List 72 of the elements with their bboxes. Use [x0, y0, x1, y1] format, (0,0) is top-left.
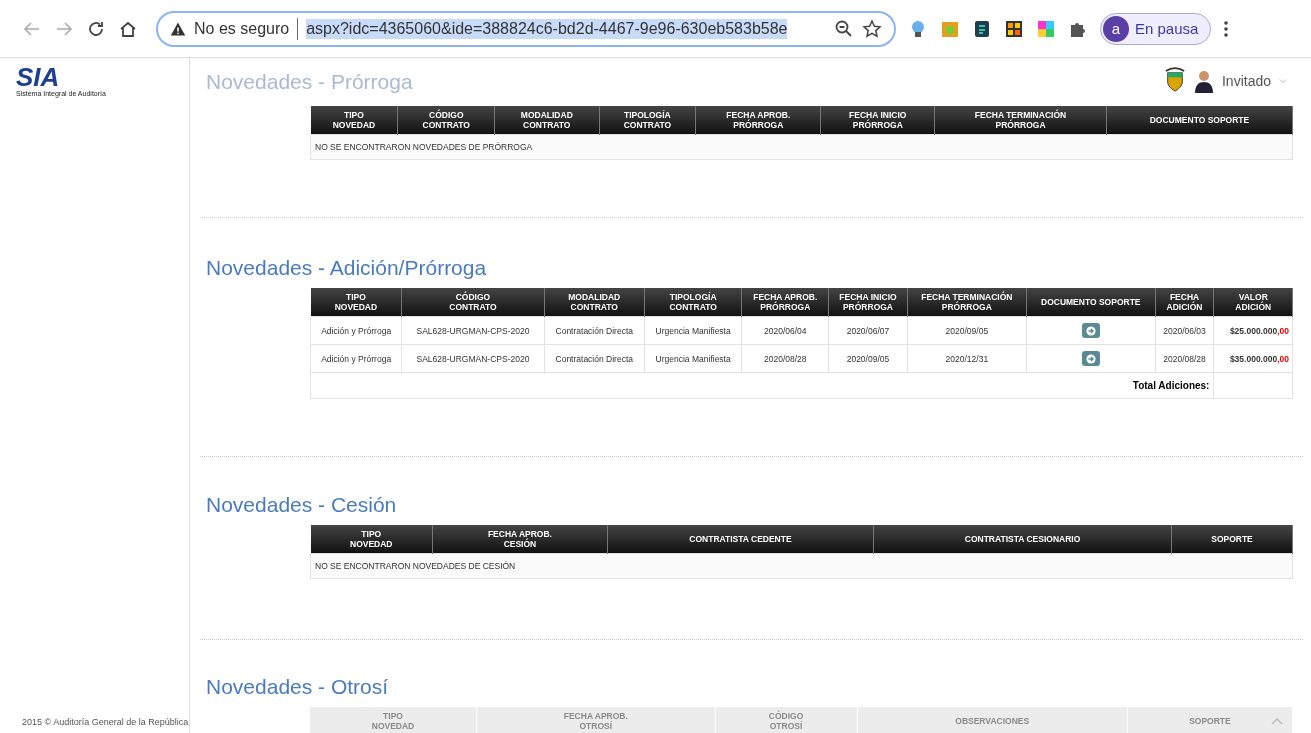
empty-message: NO SE ENCONTRARON NOVEDADES DE CESIÓN — [310, 553, 1293, 579]
table-cell: Contratación Directa — [544, 344, 645, 373]
table-cell: SAL628-URGMAN-CPS-2020 — [401, 344, 545, 373]
total-label: Total Adiciones: — [310, 372, 1214, 399]
column-header: FECHA APROB. OTROSÍ — [476, 707, 716, 733]
profile-avatar: a — [1103, 15, 1129, 42]
column-header: FECHA TERMINACIÓN PRÓRROGA — [907, 288, 1027, 317]
column-header: FECHA INICIO PRÓRROGA — [820, 106, 935, 135]
document-button[interactable] — [1081, 323, 1100, 338]
arrow-right-icon — [1085, 353, 1096, 364]
table-cell: $35.000.000,00 — [1213, 344, 1293, 373]
table-cell: Adición y Prórroga — [310, 316, 402, 345]
table-cell: 2020/06/07 — [828, 316, 908, 345]
copyright-text: 2015 © Auditoría General de la República — [21, 717, 189, 727]
user-menu[interactable]: Invitado — [1221, 73, 1271, 89]
user-avatar-icon — [1193, 69, 1214, 93]
table-cell: 2020/12/31 — [907, 344, 1027, 373]
security-label: No es seguro — [194, 19, 290, 38]
table-cell: 2020/09/05 — [828, 344, 908, 373]
column-header: DOCUMENTO SOPORTE — [1106, 106, 1293, 135]
table-cell: Urgencia Manifiesta — [644, 344, 742, 373]
palette-icon[interactable] — [1036, 18, 1056, 39]
section-title: Novedades - Adición/Prórroga — [206, 256, 487, 280]
address-bar[interactable]: No es seguro aspx?idc=4365060&ide=388824c6-bd2d-4467-9e96-630eb583b58e — [156, 10, 896, 47]
warning-icon — [170, 20, 186, 37]
column-header: FECHA APROB. PRÓRROGA — [741, 288, 829, 317]
column-header: TIPO NOVEDAD — [310, 525, 433, 554]
column-header: CÓDIGO OTROSÍ — [715, 707, 857, 733]
column-header: SOPORTE — [1127, 707, 1293, 733]
table-cell: Urgencia Manifiesta — [644, 316, 742, 345]
section-title: Novedades - Cesión — [206, 493, 397, 517]
table-cell: Contratación Directa — [544, 316, 645, 345]
arrow-right-icon — [1085, 325, 1096, 336]
empty-message: NO SE ENCONTRARON NOVEDADES DE PRÓRROGA — [310, 134, 1293, 160]
column-header: MODALIDAD CONTRATO — [494, 106, 600, 135]
column-header: CÓDIGO CONTRATO — [401, 288, 545, 317]
section-title: Novedades - Prórroga — [206, 70, 413, 94]
star-icon[interactable] — [862, 18, 882, 39]
column-header: FECHA APROB. CESIÓN — [432, 525, 608, 554]
column-header: TIPO NOVEDAD — [310, 707, 477, 733]
column-header: CONTRATISTA CEDENTE — [607, 525, 874, 554]
url-text: aspx?idc=4365060&ide=388824c6-bd2d-4467-9e96-630eb583b58e — [306, 18, 788, 39]
table-cell: 2020/09/05 — [907, 316, 1027, 345]
column-header: CONTRATISTA CESIONARIO — [873, 525, 1172, 554]
column-header: OBSERVACIONES — [857, 707, 1128, 733]
column-header: FECHA TERMINACIÓN PRÓRROGA — [934, 106, 1107, 135]
more-icon[interactable] — [1223, 18, 1230, 39]
column-header: FECHA APROB. PRÓRROGA — [695, 106, 821, 135]
column-header: TIPOLOGÍA CONTRATO — [599, 106, 696, 135]
column-header: MODALIDAD CONTRATO — [544, 288, 645, 317]
table-cell: 2020/08/28 — [1155, 344, 1214, 373]
table-cell: Adición y Prórroga — [310, 344, 402, 373]
column-header: TIPOLOGÍA CONTRATO — [644, 288, 742, 317]
column-header: CÓDIGO CONTRATO — [397, 106, 495, 135]
document-icon[interactable] — [972, 18, 992, 39]
column-header: TIPO NOVEDAD — [310, 288, 402, 317]
table-cell: $25.000.000,00 — [1213, 316, 1293, 345]
column-header: VALOR ADICIÓN — [1213, 288, 1293, 317]
column-header: TIPO NOVEDAD — [310, 106, 398, 135]
column-header: SOPORTE — [1171, 525, 1293, 554]
column-header: FECHA INICIO PRÓRROGA — [828, 288, 908, 317]
zoom-icon[interactable] — [834, 18, 854, 39]
table-cell: 2020/06/04 — [741, 316, 829, 345]
table-cell: SAL628-URGMAN-CPS-2020 — [401, 316, 545, 345]
section-title: Novedades - Otrosí — [206, 675, 389, 699]
profile-button[interactable]: a En pausa — [1100, 12, 1212, 45]
column-header: DOCUMENTO SOPORTE — [1026, 288, 1156, 317]
grid-icon[interactable] — [1004, 18, 1024, 39]
table-cell: 2020/06/03 — [1155, 316, 1214, 345]
document-button[interactable] — [1081, 351, 1100, 366]
column-header: FECHA ADICIÓN — [1155, 288, 1214, 317]
table-cell: 2020/08/28 — [741, 344, 829, 373]
